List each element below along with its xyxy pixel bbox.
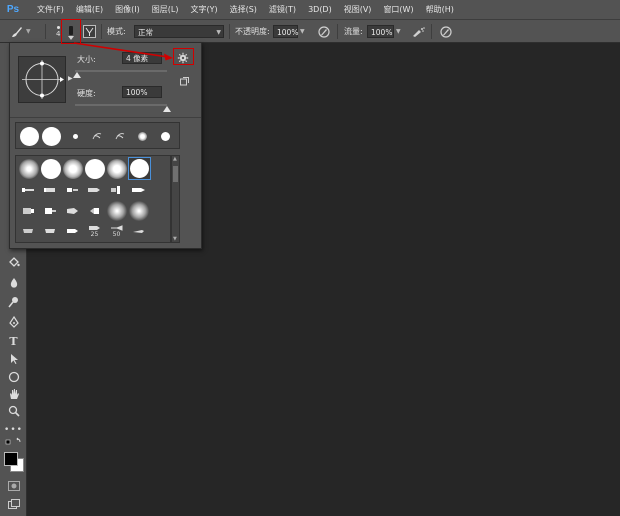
foreground-color-swatch[interactable] — [4, 452, 18, 466]
annotation-arrow — [73, 42, 173, 61]
